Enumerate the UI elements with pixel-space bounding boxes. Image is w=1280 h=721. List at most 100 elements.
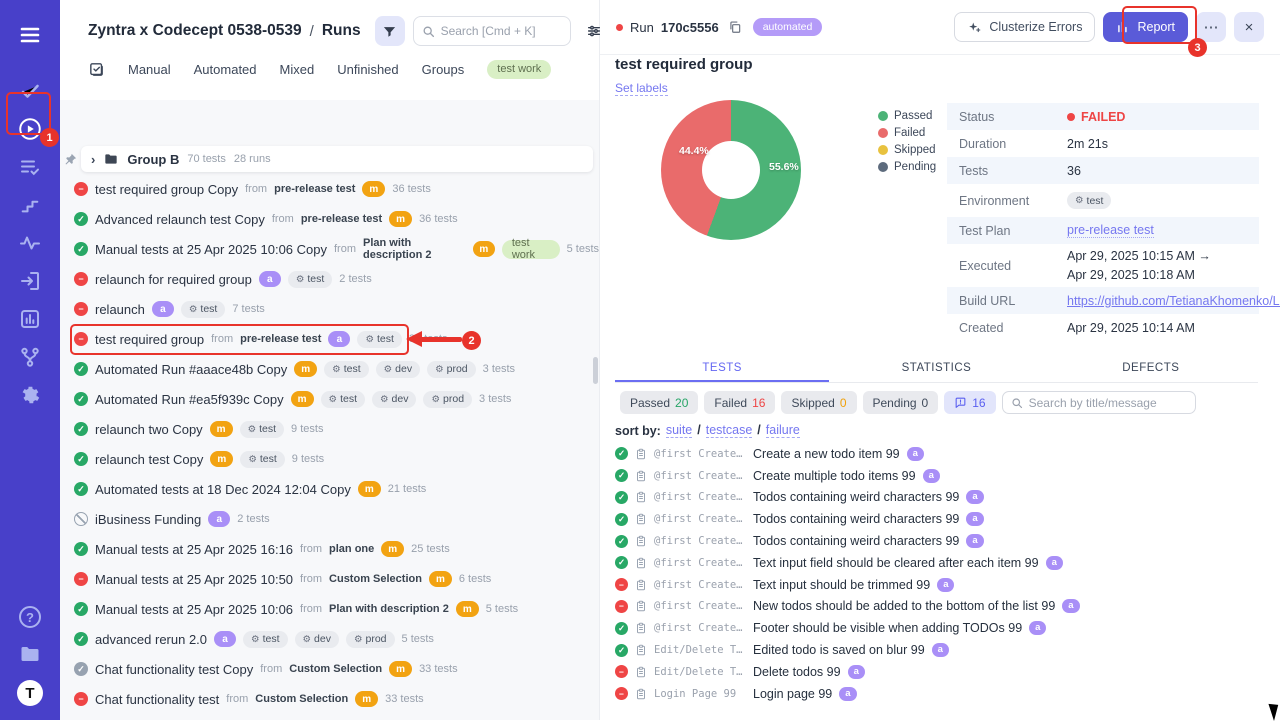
build-url-link[interactable]: https://github.com/TetianaKhomenko/Lo... [1067, 294, 1280, 308]
run-row[interactable]: ✓Advanced relaunch test Copyfrompre-rele… [60, 204, 599, 234]
folder-projects-icon[interactable] [18, 642, 42, 666]
set-labels-link[interactable]: Set labels [615, 81, 668, 96]
from-label: from [211, 333, 233, 345]
test-row[interactable]: −@first Create…New todos should be added… [615, 596, 1252, 618]
run-row[interactable]: ✓Automated Run #aaace48b Copym⚙test⚙dev⚙… [60, 354, 599, 384]
status-passed-icon: ✓ [74, 212, 88, 226]
runs-play-circle-icon[interactable] [11, 110, 49, 148]
test-plan-link[interactable]: pre-release test [1067, 223, 1154, 238]
test-row[interactable]: −Edit/Delete T…Delete todos 99a [615, 661, 1252, 683]
test-row[interactable]: ✓@first Create…Todos containing weird ch… [615, 508, 1252, 530]
filter-chip-skipped[interactable]: Skipped0 [781, 391, 856, 414]
test-row[interactable]: ✓@first Create…Create a new todo item 99… [615, 443, 1252, 465]
select-runs-icon[interactable] [88, 61, 105, 78]
test-row[interactable]: ✓@first Create…Text input field should b… [615, 552, 1252, 574]
tab-statistics[interactable]: STATISTICS [829, 355, 1043, 382]
legend-item-skipped[interactable]: Skipped [878, 144, 936, 156]
run-row[interactable]: ✓Manual tests at 25 Apr 2025 16:16frompl… [60, 534, 599, 564]
legend-item-passed[interactable]: Passed [878, 110, 936, 122]
run-row[interactable]: ✓Chat functionality test CopyfromCustom … [60, 654, 599, 684]
filter-button[interactable] [375, 16, 405, 46]
avatar[interactable]: T [17, 680, 43, 706]
pin-icon[interactable] [63, 152, 78, 167]
source-plan-name[interactable]: pre-release test [301, 213, 382, 225]
left-scrollbar-thumb[interactable] [593, 357, 598, 384]
run-row[interactable]: −test required group Copyfrompre-release… [60, 174, 599, 204]
test-title: Text input field should be cleared after… [753, 556, 1039, 570]
legend-item-pending[interactable]: Pending [878, 161, 936, 173]
legend-dot [878, 162, 888, 172]
copy-run-id-button[interactable] [728, 20, 742, 34]
run-row[interactable]: −test required groupfrompre-release test… [60, 324, 599, 354]
status-finished-icon: ✓ [74, 662, 88, 676]
run-title: Automated Run #ea5f939c Copy [95, 392, 284, 407]
tab-tests[interactable]: TESTS [615, 355, 829, 382]
filter-chip-pending[interactable]: Pending0 [863, 391, 939, 414]
test-row[interactable]: ✓@first Create…Todos containing weird ch… [615, 530, 1252, 552]
report-button[interactable]: Report [1103, 12, 1188, 42]
run-row[interactable]: ✓Manual tests at 25 Apr 2025 10:06 Copyf… [60, 234, 599, 264]
run-row[interactable]: ✓Automated tests at 18 Dec 2024 12:04 Co… [60, 474, 599, 504]
menu-icon[interactable] [11, 16, 49, 54]
chevron-right-icon[interactable]: › [91, 152, 95, 167]
source-plan-name[interactable]: Custom Selection [289, 663, 382, 675]
run-row[interactable]: ✓advanced rerun 2.0a⚙test⚙dev⚙prod5 test… [60, 624, 599, 654]
tab-manual[interactable]: Manual [128, 62, 171, 77]
gear-icon[interactable] [11, 376, 49, 414]
filter-chip-passed[interactable]: Passed20 [620, 391, 698, 414]
test-row[interactable]: −@first Create…Text input should be trim… [615, 574, 1252, 596]
legend-item-failed[interactable]: Failed [878, 127, 936, 139]
source-plan-name[interactable]: Plan with description 2 [363, 237, 466, 261]
tests-search-input[interactable] [1029, 396, 1187, 410]
run-row[interactable]: ✓Automated Run #ea5f939c Copym⚙test⚙dev⚙… [60, 384, 599, 414]
test-row[interactable]: ✓@first Create…Todos containing weird ch… [615, 487, 1252, 509]
run-row[interactable]: −Manual tests at 25 Apr 2025 10:50fromCu… [60, 564, 599, 594]
run-row[interactable]: iBusiness Fundinga2 tests [60, 504, 599, 534]
search-input[interactable] [441, 24, 562, 38]
list-check-icon[interactable] [11, 148, 49, 186]
source-plan-name[interactable]: pre-release test [274, 183, 355, 195]
tasks-check-icon[interactable] [11, 72, 49, 110]
tab-defects[interactable]: DEFECTS [1044, 355, 1258, 382]
source-plan-name[interactable]: Custom Selection [255, 693, 348, 705]
run-row[interactable]: ✓Manual tests at 25 Apr 2025 10:06fromPl… [60, 594, 599, 624]
more-button[interactable]: ⋯ [1196, 12, 1226, 42]
test-row[interactable]: ✓Edit/Delete T…Edited todo is saved on b… [615, 639, 1252, 661]
sort-link-failure[interactable]: failure [766, 423, 800, 438]
tab-mixed[interactable]: Mixed [280, 62, 315, 77]
run-row[interactable]: ✓relaunch test Copym⚙test9 tests [60, 444, 599, 474]
tab-groups[interactable]: Groups [422, 62, 465, 77]
test-row[interactable]: −Login Page 99Login page 99a [615, 683, 1252, 705]
runs-search[interactable] [413, 16, 571, 46]
source-plan-name[interactable]: pre-release test [240, 333, 321, 345]
test-row[interactable]: ✓@first Create…Footer should be visible … [615, 617, 1252, 639]
sort-link-suite[interactable]: suite [666, 423, 692, 438]
help-icon[interactable]: ? [19, 606, 41, 628]
steps-icon[interactable] [11, 186, 49, 224]
run-row[interactable]: −Chat functionality testfromCustom Selec… [60, 684, 599, 714]
label-filter-test-work[interactable]: test work [487, 60, 551, 79]
close-detail-button[interactable]: × [1234, 12, 1264, 42]
run-row[interactable]: ✓relaunch two Copym⚙test9 tests [60, 414, 599, 444]
run-title: relaunch test Copy [95, 452, 203, 467]
group-card[interactable]: › Group B 70 tests 28 runs [81, 146, 593, 172]
pulse-icon[interactable] [11, 224, 49, 262]
tests-search[interactable] [1002, 391, 1196, 414]
import-icon[interactable] [11, 262, 49, 300]
tab-unfinished[interactable]: Unfinished [337, 62, 398, 77]
sidebar-bottom: ? T [17, 606, 43, 706]
source-plan-name[interactable]: Plan with description 2 [329, 603, 449, 615]
source-plan-name[interactable]: Custom Selection [329, 573, 422, 585]
clusterize-errors-button[interactable]: Clusterize Errors [954, 12, 1095, 42]
branch-icon[interactable] [11, 338, 49, 376]
sort-link-testcase[interactable]: testcase [706, 423, 753, 438]
test-row[interactable]: ✓@first Create…Create multiple todo item… [615, 465, 1252, 487]
comments-filter-chip[interactable]: 16 [944, 391, 995, 414]
source-plan-name[interactable]: plan one [329, 543, 374, 555]
tab-automated[interactable]: Automated [194, 62, 257, 77]
from-label: from [300, 543, 322, 555]
run-row[interactable]: −relaunch for required groupa⚙test2 test… [60, 264, 599, 294]
bar-chart-box-icon[interactable] [11, 300, 49, 338]
filter-chip-failed[interactable]: Failed16 [704, 391, 775, 414]
run-row[interactable]: −relauncha⚙test7 tests [60, 294, 599, 324]
